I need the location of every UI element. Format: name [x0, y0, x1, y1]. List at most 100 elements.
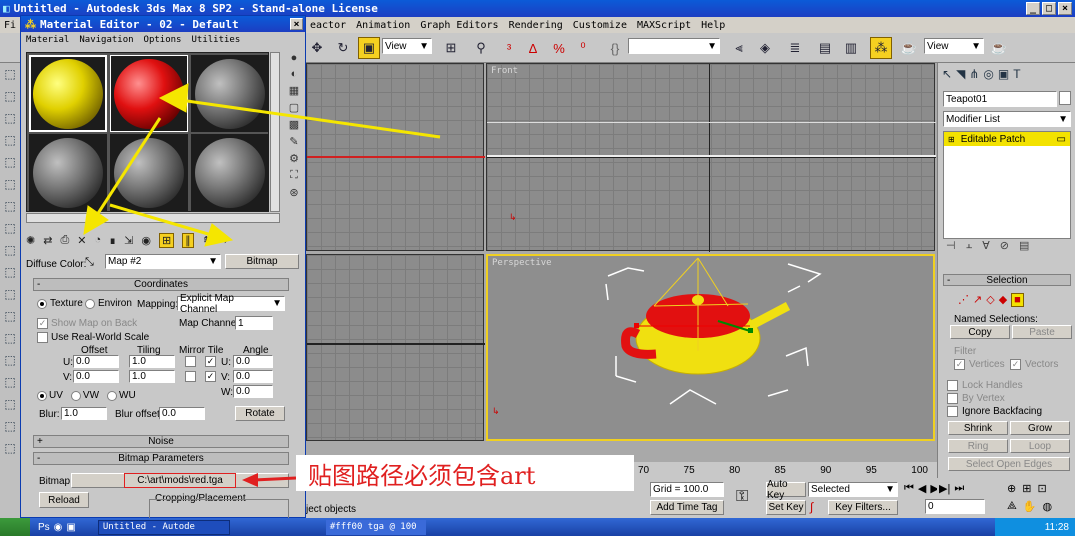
schematic-view-icon[interactable]: ▥ — [840, 37, 862, 59]
goto-start-icon[interactable]: ⏮ — [904, 482, 914, 495]
go-to-parent-icon[interactable]: ⇞ — [202, 234, 211, 247]
object-name-input[interactable]: Teapot01 — [943, 91, 1057, 107]
menu-help[interactable]: Help — [701, 20, 725, 31]
vw-radio[interactable] — [70, 390, 81, 401]
viewport-left[interactable] — [306, 254, 485, 441]
vertices-checkbox[interactable]: ✓ — [954, 359, 965, 370]
menu-reactor[interactable]: eactor — [310, 20, 346, 31]
map-type-button[interactable]: Bitmap — [225, 254, 299, 269]
menu-fi[interactable]: Fi — [4, 20, 16, 31]
make-preview-icon[interactable]: ✎ — [289, 135, 298, 148]
make-unique-icon[interactable]: ∎ — [109, 234, 116, 247]
me-menu-navigation[interactable]: Navigation — [79, 35, 133, 45]
ring-button[interactable]: Ring — [948, 439, 1008, 453]
sample-slot-4[interactable] — [29, 134, 107, 211]
auto-key-button[interactable]: Auto Key — [766, 479, 806, 501]
modifier-stack[interactable]: ⊞ Editable Patch ▭ — [943, 131, 1071, 239]
map-name-dropdown[interactable]: Map #2 ▼ — [105, 254, 221, 269]
key-icon[interactable]: ⚿ — [736, 488, 748, 506]
sample-slots-hscrollbar[interactable] — [26, 213, 280, 223]
get-material-icon[interactable]: ✺ — [26, 234, 35, 247]
options-icon[interactable]: ⚙ — [289, 152, 299, 165]
viewport-top[interactable] — [306, 63, 485, 251]
start-button[interactable] — [0, 518, 30, 536]
menu-rendering[interactable]: Rendering — [509, 20, 563, 31]
selection-rollout-header[interactable]: - Selection — [943, 274, 1071, 286]
sample-type-icon[interactable]: ● — [291, 52, 298, 64]
stack-item-editable-patch[interactable]: ⊞ Editable Patch ▭ — [944, 132, 1070, 146]
me-menu-material[interactable]: Material — [26, 35, 69, 45]
set-key-button[interactable]: Set Key — [766, 500, 806, 515]
spinner-snap-icon[interactable]: ⁰ — [572, 37, 594, 59]
element-icon[interactable]: ■ — [1011, 293, 1024, 307]
key-mode-dropdown[interactable]: Selected ▼ — [808, 482, 898, 497]
motion-tab-icon[interactable]: ◎ — [983, 67, 993, 81]
percent-snap-icon[interactable]: % — [548, 37, 570, 59]
filter-vertices[interactable]: ✓ Vertices — [954, 359, 1005, 370]
curve-editor-icon[interactable]: ▤ — [814, 37, 836, 59]
menu-graph-editors[interactable]: Graph Editors — [420, 20, 498, 31]
v-mirror-checkbox[interactable] — [185, 371, 196, 382]
configure-modifier-icon[interactable]: ▤ — [1019, 239, 1029, 252]
v-offset-input[interactable]: 0.0 — [73, 370, 119, 383]
taskbar-item-max[interactable]: Untitled - Autode — [97, 519, 230, 535]
show-map-in-viewport-icon[interactable]: ⊞ — [158, 232, 175, 248]
named-selection-icon[interactable]: {} — [604, 37, 626, 59]
real-world-option[interactable]: Use Real-World Scale — [37, 332, 149, 343]
select-by-material-icon[interactable]: ⛶ — [290, 169, 298, 182]
ignore-backfacing-option[interactable]: Ignore Backfacing — [947, 406, 1042, 417]
uv-tiling-icon[interactable]: ▢ — [289, 101, 299, 114]
mapping-dropdown[interactable]: Explicit Map Channel ▼ — [177, 293, 285, 315]
pivot-icon[interactable]: ⊞ — [440, 37, 462, 59]
me-menu-options[interactable]: Options — [144, 35, 182, 45]
max-icon[interactable]: ▣ — [66, 522, 75, 533]
quick-render-icon[interactable]: ☕ — [988, 37, 1010, 59]
frame-input[interactable]: 0 — [925, 499, 985, 514]
ignore-backfacing-checkbox[interactable] — [947, 406, 958, 417]
arc-rotate-icon[interactable]: ◍ — [1043, 500, 1053, 513]
blur-offset-input[interactable]: 0.0 — [159, 407, 205, 420]
paste-button[interactable]: Paste — [1012, 325, 1072, 339]
render-scene-icon[interactable]: ☕ — [898, 37, 920, 59]
key-filters-button[interactable]: Key Filters... — [828, 500, 898, 515]
v-angle-input[interactable]: 0.0 — [233, 370, 273, 383]
add-time-tag-button[interactable]: Add Time Tag — [650, 500, 724, 515]
sample-slot-1[interactable] — [29, 55, 107, 132]
put-to-scene-icon[interactable]: ⇄ — [43, 234, 52, 247]
sample-slot-3[interactable] — [191, 55, 269, 132]
lock-handles-checkbox[interactable] — [947, 380, 958, 391]
snap-icon[interactable]: ³ — [498, 37, 520, 59]
close-icon[interactable]: × — [1058, 2, 1072, 15]
create-tab-icon[interactable]: ↖ — [942, 67, 952, 81]
expand-icon[interactable]: ⊞ — [948, 135, 955, 144]
map-channel-input[interactable]: 1 — [235, 316, 273, 330]
handle-icon[interactable]: ↗ — [973, 293, 982, 307]
goto-end-icon[interactable]: ⏭ — [954, 482, 964, 495]
fov-icon[interactable]: ⟁ — [1007, 500, 1017, 513]
shrink-button[interactable]: Shrink — [948, 421, 1008, 435]
environ-radio[interactable] — [85, 298, 95, 309]
pan-icon[interactable]: ✋ — [1023, 500, 1037, 513]
uv-option[interactable]: UV — [37, 390, 63, 401]
bitmap-params-rollout-header[interactable]: - Bitmap Parameters — [33, 452, 289, 465]
wu-radio[interactable] — [107, 390, 118, 401]
make-unique-icon[interactable]: ∀ — [982, 239, 990, 252]
patch-icon[interactable]: ◆ — [999, 293, 1007, 307]
vw-option[interactable]: VW — [70, 390, 99, 401]
object-color-swatch[interactable] — [1059, 91, 1071, 105]
viewport-perspective[interactable]: Perspective ↳ — [486, 254, 935, 441]
show-end-result-icon[interactable]: ⫠ — [966, 239, 973, 252]
go-forward-icon[interactable]: ⇨ — [219, 234, 228, 247]
v-tile-checkbox[interactable]: ✓ — [205, 371, 216, 382]
show-map-on-back-checkbox[interactable]: ✓ — [37, 318, 48, 329]
sample-slots-scrollbar[interactable] — [270, 52, 280, 212]
reference-coord-dropdown[interactable]: View ▼ — [382, 38, 432, 54]
u-tiling-input[interactable]: 1.0 — [129, 355, 175, 368]
material-navigator-icon[interactable]: ⊛ — [289, 186, 298, 199]
utilities-tab-icon[interactable]: T — [1013, 67, 1020, 81]
copy-button[interactable]: Copy — [950, 325, 1010, 339]
select-open-edges-button[interactable]: Select Open Edges — [948, 457, 1070, 471]
u-tile-checkbox[interactable]: ✓ — [205, 356, 216, 367]
pick-material-icon[interactable]: ⤡ — [85, 256, 94, 269]
w-angle-input[interactable]: 0.0 — [233, 385, 273, 398]
